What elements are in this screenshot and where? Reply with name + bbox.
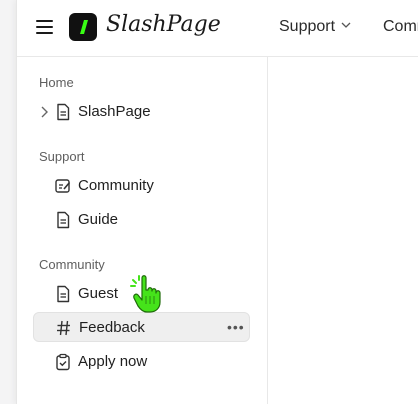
document-icon — [57, 103, 70, 121]
sidebar-item-apply-now[interactable]: Apply now — [33, 347, 250, 377]
clipboard-check-icon — [56, 353, 70, 371]
section-label-community: Community — [39, 257, 105, 272]
sidebar-item-guide[interactable]: Guide — [33, 205, 250, 235]
sidebar-item-feedback[interactable]: Feedback ••• — [33, 312, 250, 342]
sidebar-item-guest[interactable]: Guest — [33, 279, 250, 309]
section-label-support: Support — [39, 149, 85, 164]
sidebar: Home SlashPage Support Community Guide C… — [17, 57, 268, 404]
edit-note-icon — [55, 179, 71, 193]
slashpage-logo-icon[interactable] — [69, 13, 97, 41]
sidebar-item-label: Community — [78, 177, 154, 194]
sidebar-item-label: SlashPage — [78, 103, 151, 120]
hamburger-menu-icon[interactable] — [36, 18, 54, 34]
sidebar-item-slashpage[interactable]: SlashPage — [33, 97, 250, 127]
sidebar-item-label: Guest — [78, 285, 119, 302]
nav-support[interactable]: Support — [279, 18, 335, 36]
sidebar-item-label: Apply now — [78, 353, 148, 370]
sidebar-item-label: Guide — [78, 211, 119, 228]
nav-community[interactable]: Community — [383, 18, 418, 36]
sidebar-item-label: Feedback — [79, 319, 145, 336]
app-window: SlashPage Support Community Home SlashPa… — [16, 0, 418, 404]
top-header: SlashPage Support Community — [17, 0, 418, 57]
chevron-right-icon[interactable] — [39, 106, 49, 118]
sidebar-item-community[interactable]: Community — [33, 171, 250, 201]
document-icon — [57, 211, 70, 229]
chevron-down-icon[interactable] — [341, 20, 351, 30]
hashtag-icon — [57, 320, 70, 336]
document-icon — [57, 285, 70, 303]
section-label-home: Home — [39, 75, 74, 90]
more-options-icon[interactable]: ••• — [227, 319, 245, 335]
app-name[interactable]: SlashPage — [106, 12, 221, 37]
